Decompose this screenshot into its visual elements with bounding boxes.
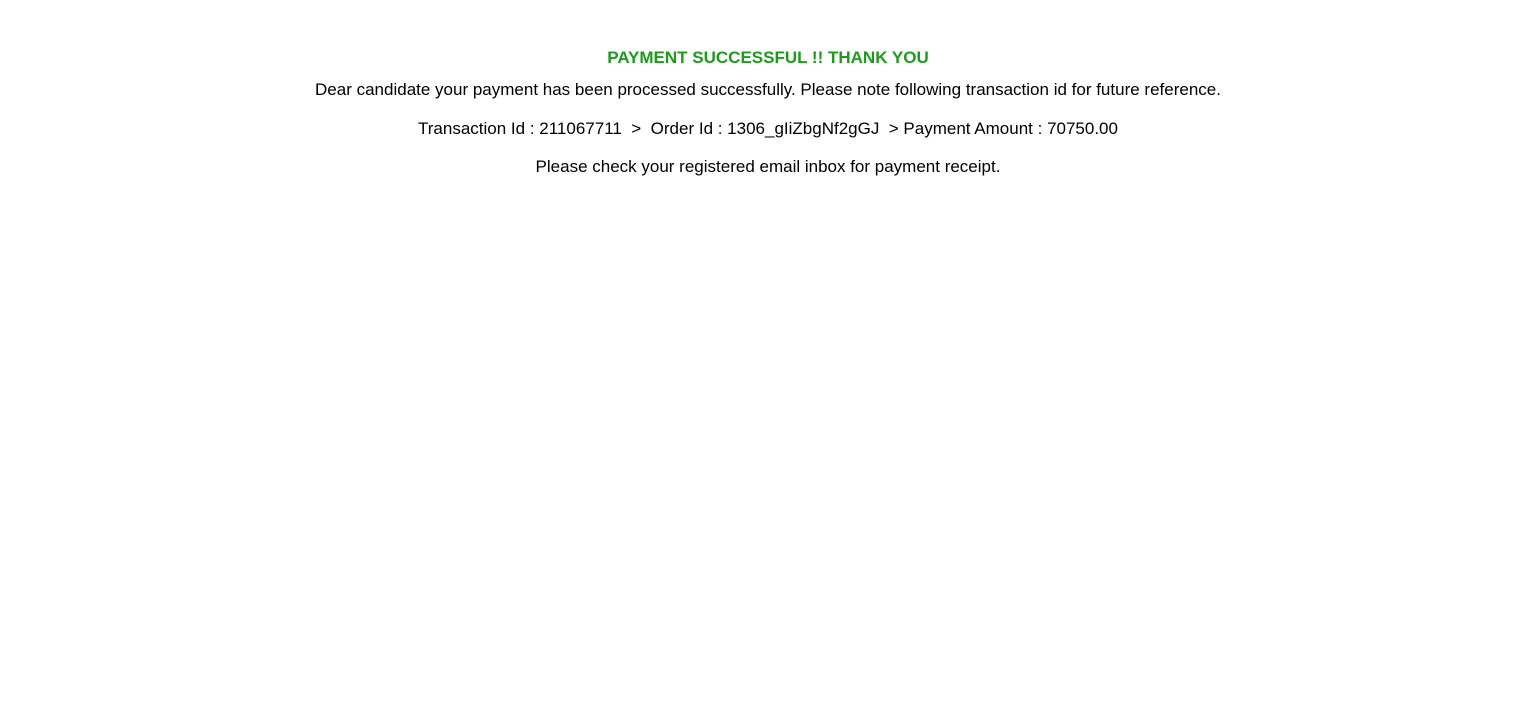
receipt-note-text: Please check your registered email inbox… — [535, 157, 1001, 176]
payment-intro-text: Dear candidate your payment has been pro… — [315, 80, 1221, 99]
payment-confirmation-page: PAYMENT SUCCESSFUL !! THANK YOU Dear can… — [0, 0, 1536, 717]
transaction-details-text: Transaction Id : 211067711 > Order Id : … — [418, 119, 1118, 138]
payment-success-title: PAYMENT SUCCESSFUL !! THANK YOU — [607, 48, 929, 67]
